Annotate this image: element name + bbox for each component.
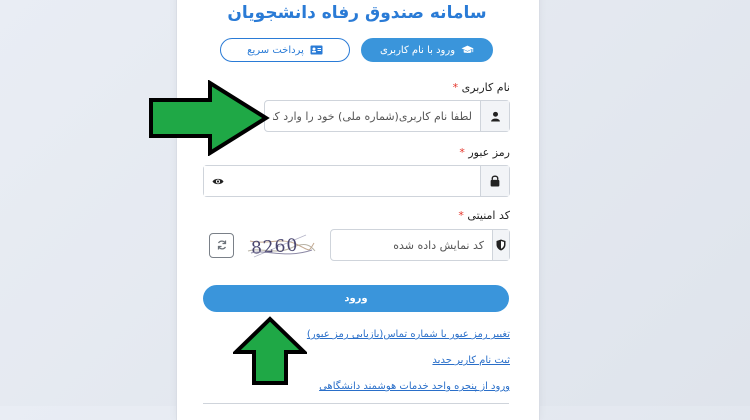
password-input[interactable] bbox=[232, 166, 480, 196]
up-arrow-annotation bbox=[233, 316, 307, 385]
captcha-field bbox=[330, 229, 510, 261]
required-mark: * bbox=[452, 81, 459, 94]
eye-icon[interactable] bbox=[204, 166, 232, 196]
graduation-cap-icon bbox=[461, 45, 474, 56]
password-label-text: رمز عبور bbox=[468, 146, 510, 159]
captcha-input[interactable] bbox=[331, 230, 492, 260]
password-label: رمز عبور * bbox=[459, 146, 510, 159]
user-icon bbox=[480, 101, 509, 131]
required-mark: * bbox=[459, 146, 465, 159]
username-field bbox=[264, 100, 510, 132]
lock-icon bbox=[480, 166, 509, 196]
link-recover-password[interactable]: تغییر رمز عبور با شماره تماس(بازیابی رمز… bbox=[307, 329, 510, 340]
tab-label: ورود با نام کاربری bbox=[379, 44, 456, 56]
username-label: نام کاربری * bbox=[453, 81, 510, 94]
captcha-label-text: کد امنیتی bbox=[467, 209, 510, 222]
tab-login-username[interactable]: ورود با نام کاربری bbox=[361, 38, 493, 62]
id-card-icon bbox=[310, 45, 323, 55]
refresh-icon bbox=[216, 236, 228, 255]
required-mark: * bbox=[458, 209, 464, 222]
page-title: سامانه صندوق رفاه دانشجویان bbox=[227, 3, 487, 23]
login-submit-button[interactable]: ورود bbox=[203, 285, 509, 312]
tab-label: پرداخت سریع bbox=[247, 44, 304, 56]
password-field bbox=[203, 165, 510, 197]
divider bbox=[203, 403, 509, 404]
username-input[interactable] bbox=[265, 101, 480, 131]
captcha-image: 8260 bbox=[246, 229, 316, 263]
link-smart-services[interactable]: ورود از پنجره واحد خدمات هوشمند دانشگاهی bbox=[319, 381, 510, 392]
captcha-label: کد امنیتی * bbox=[458, 209, 510, 222]
username-label-text: نام کاربری bbox=[461, 81, 510, 94]
tab-quick-payment[interactable]: پرداخت سریع bbox=[220, 38, 350, 62]
shield-icon bbox=[492, 230, 509, 260]
link-register[interactable]: ثبت نام کاربر جدید bbox=[432, 355, 510, 366]
captcha-refresh-button[interactable] bbox=[209, 233, 234, 258]
right-arrow-annotation bbox=[149, 80, 270, 156]
captcha-text: 8260 bbox=[250, 235, 299, 258]
